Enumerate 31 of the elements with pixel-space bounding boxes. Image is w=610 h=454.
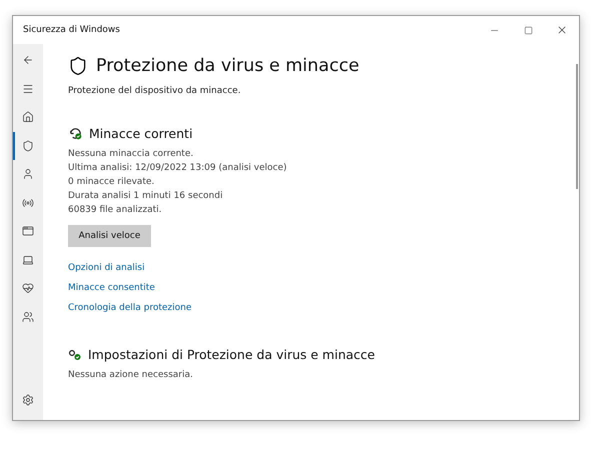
shield-icon — [22, 140, 34, 152]
scrollbar[interactable] — [576, 64, 578, 189]
link[interactable]: Minacce consentite — [68, 283, 155, 293]
section-title: Impostazioni di Protezione da virus e minacce — [88, 347, 375, 362]
browser-window-icon — [22, 225, 34, 238]
status-text: Durata analisi 1 minuti 16 secondi — [68, 190, 224, 203]
page-subtitle: Protezione del dispositivo da minacce. — [68, 86, 242, 96]
status-text: Ultima analisi: 12/09/2022 13:09 (analisi veloce) — [68, 162, 288, 175]
refresh-check-icon — [68, 126, 83, 141]
home-icon — [22, 111, 34, 124]
status-text: 0 minacce rilevate. — [68, 176, 156, 189]
quick-scan-button[interactable]: Analisi veloce — [68, 225, 151, 247]
close-icon — [556, 24, 568, 36]
heart-icon — [22, 282, 34, 294]
signal-icon — [22, 196, 34, 209]
link[interactable]: Cronologia della protezione — [68, 303, 192, 313]
back-arrow-icon — [22, 54, 34, 66]
menu-icon — [22, 82, 34, 95]
maximize-icon — [524, 26, 532, 34]
status-text: Nessuna minaccia corrente. — [68, 148, 194, 161]
section-title: Minacce correnti — [89, 126, 193, 141]
window-title: Sicurezza di Windows — [23, 25, 120, 35]
shield-icon — [68, 56, 88, 76]
people-icon — [22, 310, 34, 323]
status-text: 60839 file analizzati. — [68, 204, 163, 217]
status-text: Nessuna azione necessaria. — [68, 369, 194, 382]
person-icon — [22, 168, 34, 180]
page-title: Protezione da virus e minacce — [96, 56, 360, 76]
laptop-icon — [22, 254, 34, 266]
settings-icon — [22, 394, 34, 406]
link[interactable]: Opzioni di analisi — [68, 263, 145, 273]
